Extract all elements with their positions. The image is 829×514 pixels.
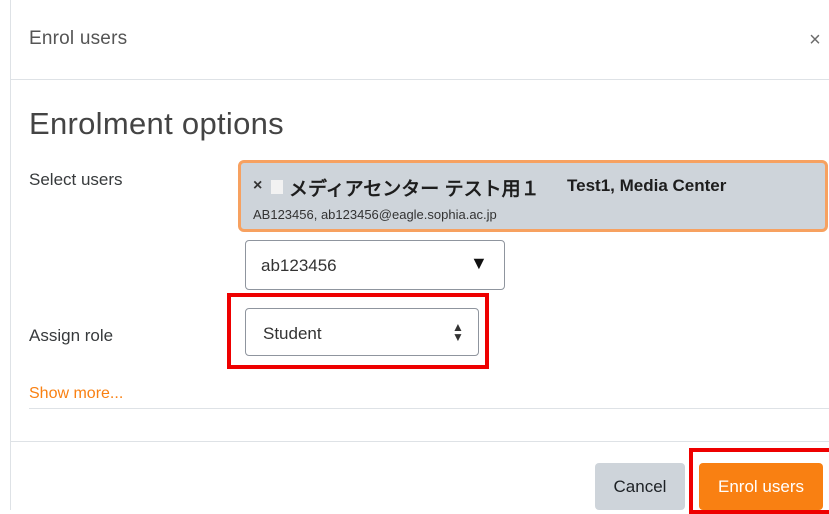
selected-user-detail: AB123456, ab123456@eagle.sophia.ac.jp	[253, 207, 497, 222]
enrol-users-dialog: Enrol users × Enrolment options Select u…	[10, 0, 829, 514]
user-search-value: ab123456	[261, 256, 337, 275]
chevron-down-icon[interactable]: ▼	[470, 253, 488, 274]
footer-divider	[11, 441, 829, 442]
select-users-label: Select users	[29, 170, 123, 189]
selected-user-chip[interactable]: × メディアセンター テスト用１ Test1, Media Center AB1…	[238, 160, 828, 232]
close-icon[interactable]: ×	[805, 30, 825, 50]
divider	[29, 408, 829, 409]
select-arrows-icon: ▲ ▼	[452, 320, 464, 344]
cancel-button[interactable]: Cancel	[595, 463, 685, 510]
remove-icon[interactable]: ×	[253, 177, 262, 195]
assign-role-select[interactable]: Student ▲ ▼	[245, 308, 479, 356]
user-search-input[interactable]: ab123456 ▼	[245, 240, 505, 290]
enrol-users-button[interactable]: Enrol users	[699, 463, 823, 510]
show-more-link[interactable]: Show more...	[29, 385, 123, 403]
section-title: Enrolment options	[29, 106, 284, 141]
assign-role-label: Assign role	[29, 326, 114, 345]
dialog-header: Enrol users ×	[11, 0, 829, 80]
dialog-title: Enrol users	[29, 28, 128, 49]
assign-role-value: Student	[263, 324, 322, 343]
selected-user-alt-name: Test1, Media Center	[567, 176, 727, 195]
user-avatar	[271, 180, 283, 194]
selected-user-name: メディアセンター テスト用１	[289, 179, 540, 200]
